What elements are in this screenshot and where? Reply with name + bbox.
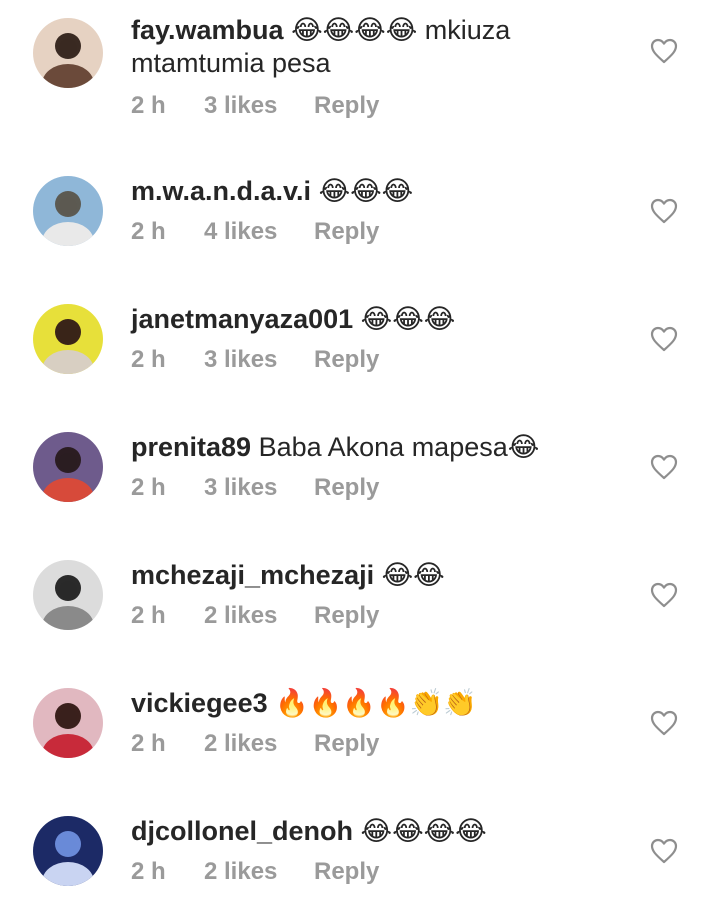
reply-button[interactable]: Reply: [314, 858, 379, 886]
comment-username[interactable]: fay.wambua: [131, 15, 284, 45]
avatar[interactable]: [33, 176, 103, 246]
comment-meta: 2 h 2 likes Reply: [131, 730, 379, 758]
comment-meta: 2 h 2 likes Reply: [131, 858, 379, 886]
comment-likes-count[interactable]: 3 likes: [204, 92, 314, 120]
avatar[interactable]: [33, 688, 103, 758]
comment-text: 😂😂😂: [353, 304, 456, 334]
reply-button[interactable]: Reply: [314, 602, 379, 630]
comment-text: 😂😂😂😂: [353, 816, 487, 846]
avatar-image: [33, 560, 103, 630]
comment-timestamp: 2 h: [131, 218, 166, 245]
comment-item: vickiegee3 🔥🔥🔥🔥👏👏 2 h 2 likes Reply: [0, 662, 720, 790]
comment-likes-count[interactable]: 2 likes: [204, 730, 314, 758]
heart-icon[interactable]: [650, 454, 678, 480]
comment-timestamp: 2 h: [131, 858, 166, 885]
comment-username[interactable]: vickiegee3: [131, 688, 268, 718]
reply-button[interactable]: Reply: [314, 218, 379, 246]
comment-likes-count[interactable]: 3 likes: [204, 346, 314, 374]
avatar[interactable]: [33, 18, 103, 88]
comment-username[interactable]: m.w.a.n.d.a.v.i: [131, 176, 311, 206]
comment-body: janetmanyaza001 😂😂😂: [131, 303, 631, 336]
heart-icon[interactable]: [650, 38, 678, 64]
comment-meta: 2 h 2 likes Reply: [131, 602, 379, 630]
comment-text: Baba Akona mapesa😂: [251, 432, 540, 462]
heart-icon[interactable]: [650, 198, 678, 224]
comment-body: m.w.a.n.d.a.v.i 😂😂😂: [131, 175, 631, 208]
avatar-image: [33, 304, 103, 374]
avatar-image: [33, 176, 103, 246]
comment-item: janetmanyaza001 😂😂😂 2 h 3 likes Reply: [0, 278, 720, 406]
comment-username[interactable]: janetmanyaza001: [131, 304, 353, 334]
comment-likes-count[interactable]: 4 likes: [204, 218, 314, 246]
comment-item: fay.wambua 😂😂😂😂 mkiuza mtamtumia pesa 2 h…: [0, 0, 720, 128]
comment-text: 😂😂😂: [311, 176, 414, 206]
avatar[interactable]: [33, 432, 103, 502]
comment-timestamp: 2 h: [131, 602, 166, 629]
heart-icon[interactable]: [650, 326, 678, 352]
comment-timestamp: 2 h: [131, 92, 166, 119]
avatar-image: [33, 816, 103, 886]
comment-timestamp: 2 h: [131, 730, 166, 757]
comment-meta: 2 h 3 likes Reply: [131, 92, 379, 120]
avatar[interactable]: [33, 304, 103, 374]
comment-meta: 2 h 3 likes Reply: [131, 474, 379, 502]
comment-item: prenita89 Baba Akona mapesa😂 2 h 3 likes Re…: [0, 406, 720, 534]
reply-button[interactable]: Reply: [314, 92, 379, 120]
comment-timestamp: 2 h: [131, 346, 166, 373]
comment-list: fay.wambua 😂😂😂😂 mkiuza mtamtumia pesa 2 h…: [0, 0, 720, 899]
comment-meta: 2 h 3 likes Reply: [131, 346, 379, 374]
reply-button[interactable]: Reply: [314, 730, 379, 758]
comment-item: m.w.a.n.d.a.v.i 😂😂😂 2 h 4 likes Reply: [0, 150, 720, 278]
avatar-image: [33, 18, 103, 88]
heart-icon[interactable]: [650, 710, 678, 736]
comment-text: 🔥🔥🔥🔥👏👏: [267, 688, 477, 718]
comment-body: mchezaji_mchezaji 😂😂: [131, 559, 631, 592]
comment-body: vickiegee3 🔥🔥🔥🔥👏👏: [131, 687, 631, 720]
comment-timestamp: 2 h: [131, 474, 166, 501]
reply-button[interactable]: Reply: [314, 474, 379, 502]
comment-username[interactable]: mchezaji_mchezaji: [131, 560, 374, 590]
comment-body: fay.wambua 😂😂😂😂 mkiuza mtamtumia pesa: [131, 14, 631, 80]
avatar[interactable]: [33, 560, 103, 630]
heart-icon[interactable]: [650, 582, 678, 608]
comment-text: 😂😂: [374, 560, 445, 590]
comment-likes-count[interactable]: 2 likes: [204, 858, 314, 886]
comment-body: prenita89 Baba Akona mapesa😂: [131, 431, 631, 464]
avatar-image: [33, 688, 103, 758]
avatar[interactable]: [33, 816, 103, 886]
heart-icon[interactable]: [650, 838, 678, 864]
comment-likes-count[interactable]: 2 likes: [204, 602, 314, 630]
comment-username[interactable]: djcollonel_denoh: [131, 816, 353, 846]
avatar-image: [33, 432, 103, 502]
reply-button[interactable]: Reply: [314, 346, 379, 374]
comment-meta: 2 h 4 likes Reply: [131, 218, 379, 246]
comment-body: djcollonel_denoh 😂😂😂😂: [131, 815, 631, 848]
comment-item: mchezaji_mchezaji 😂😂 2 h 2 likes Reply: [0, 534, 720, 662]
comment-likes-count[interactable]: 3 likes: [204, 474, 314, 502]
comment-username[interactable]: prenita89: [131, 432, 251, 462]
